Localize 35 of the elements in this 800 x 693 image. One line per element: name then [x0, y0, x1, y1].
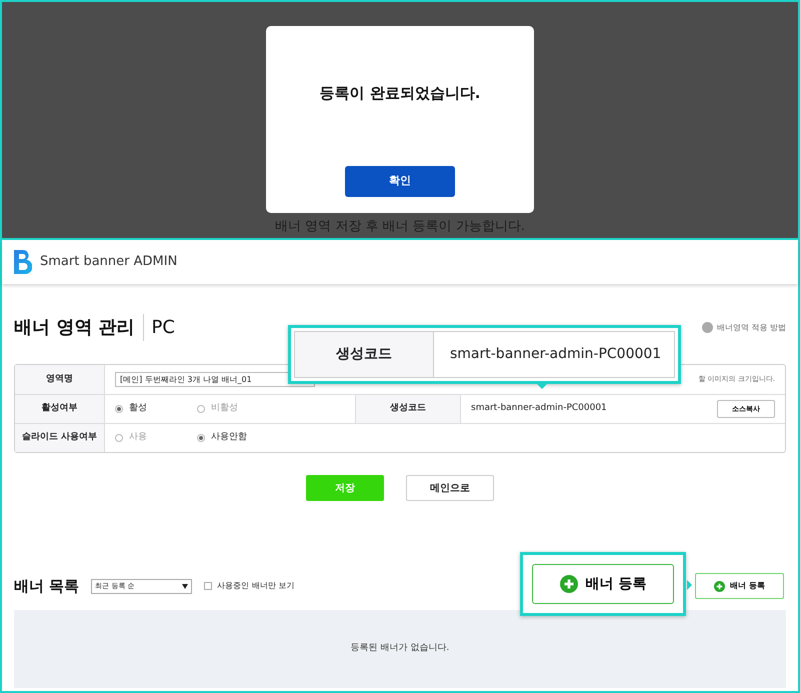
caret-icon — [182, 584, 188, 588]
field-label: 활성여부 — [15, 395, 105, 423]
option-label: 활성 — [129, 402, 147, 416]
area-name-field[interactable]: [메인] 두번째라인 3개 나열 배너_01 — [115, 372, 315, 387]
radio-option[interactable]: 활성 — [115, 402, 191, 416]
field-label: 영역명 — [15, 365, 105, 394]
radio-button[interactable] — [115, 434, 123, 442]
register-banner-button[interactable]: 배너 등록 — [695, 573, 784, 599]
radio-button[interactable] — [115, 405, 123, 413]
option-label: 사용 — [129, 431, 147, 444]
main-button[interactable]: 메인으로 — [406, 475, 494, 501]
code-value: smart-banner-admin-PC00001 — [471, 402, 607, 416]
field-label: 슬라이드 사용여부 — [15, 424, 105, 452]
logo-text: Smart banner ADMIN — [40, 253, 178, 272]
empty-list-message: 등록된 배너가 없습니다. — [14, 610, 786, 688]
confirm-button[interactable]: 확인 — [345, 166, 455, 197]
dialog-message: 등록이 완료되었습니다. — [320, 83, 480, 104]
radio-button[interactable] — [197, 434, 205, 442]
radio-button[interactable] — [197, 405, 205, 413]
checkbox[interactable] — [204, 582, 212, 590]
callout-label: 생성코드 — [294, 331, 434, 378]
plus-circle-icon — [560, 575, 578, 593]
option-label: 사용안함 — [211, 431, 247, 444]
radio-option[interactable]: 사용안함 — [197, 431, 273, 445]
register-banner-button[interactable]: 배너 등록 — [532, 564, 674, 604]
plus-circle-icon — [714, 580, 726, 592]
page-subtitle: PC — [142, 314, 175, 341]
checkbox-option[interactable]: 사용중인 배너만 보기 — [204, 580, 294, 592]
option-label: 비활성 — [211, 402, 238, 416]
section-title: 배너 목록 — [14, 576, 80, 597]
page-title: 배너 영역 관리 — [14, 316, 135, 340]
logo-icon — [14, 250, 32, 274]
callout-code-value: smart-banner-admin-PC00001 — [434, 331, 675, 378]
field-label: 생성코드 — [355, 395, 461, 423]
help-link[interactable]: 배너영역 적용 방법 — [702, 322, 786, 334]
